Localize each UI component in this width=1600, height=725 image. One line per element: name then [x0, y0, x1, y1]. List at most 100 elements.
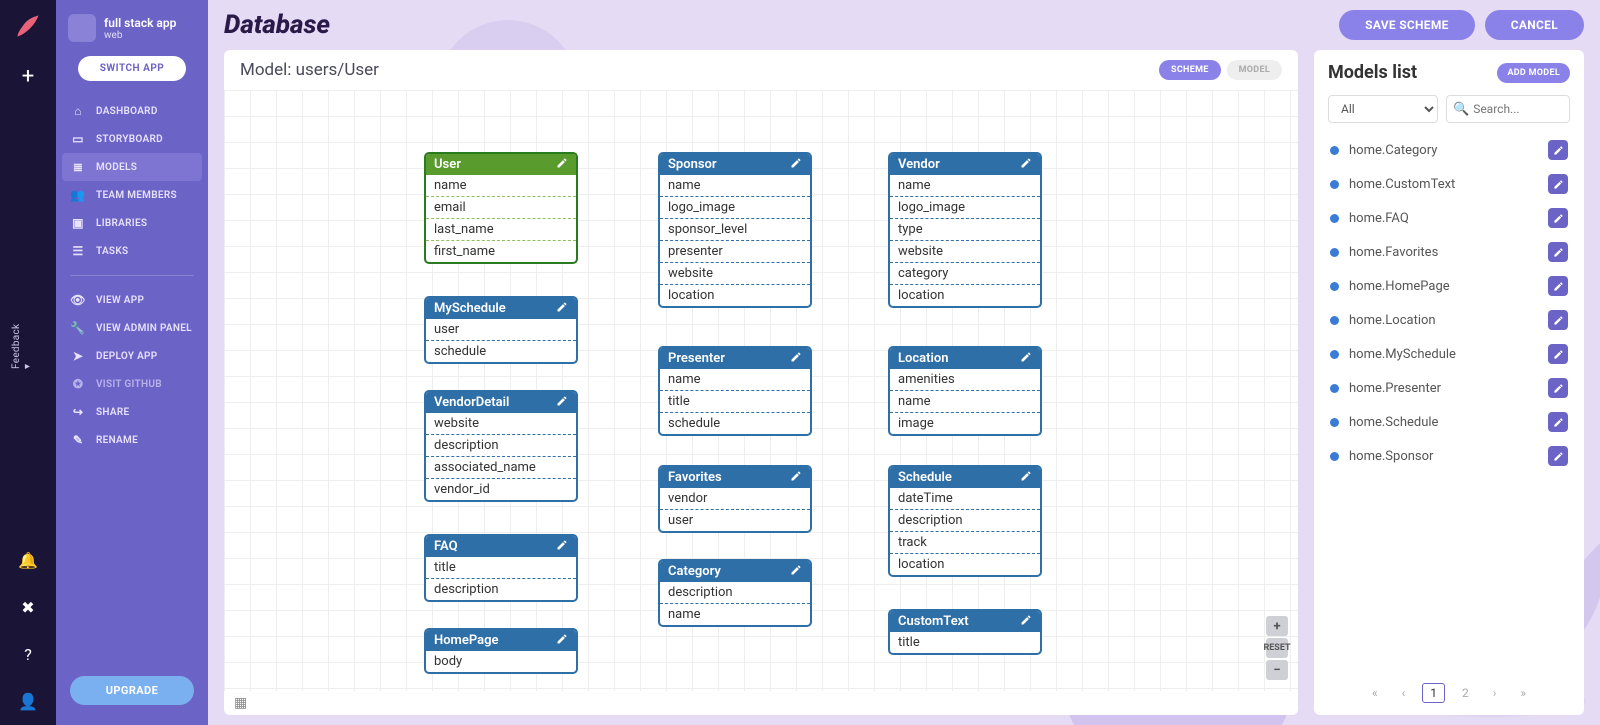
add-app-button[interactable]: + — [22, 64, 34, 89]
model-box-vendor[interactable]: Vendornamelogo_imagetypewebsitecategoryl… — [888, 152, 1042, 308]
model-field[interactable]: track — [890, 532, 1040, 554]
cancel-button[interactable]: CANCEL — [1485, 10, 1584, 40]
models-list-row[interactable]: home.Schedule — [1328, 405, 1570, 439]
model-box-faq[interactable]: FAQtitledescription — [424, 534, 578, 602]
model-field[interactable]: location — [660, 285, 810, 306]
model-box-vendordetail[interactable]: VendorDetailwebsitedescriptionassociated… — [424, 390, 578, 502]
switch-app-button[interactable]: SWITCH APP — [78, 56, 186, 81]
model-box-favorites[interactable]: Favoritesvendoruser — [658, 465, 812, 533]
page-1[interactable]: 1 — [1422, 683, 1445, 703]
close-icon[interactable]: ✖ — [21, 598, 34, 617]
model-header[interactable]: Sponsor — [660, 154, 810, 175]
model-field[interactable]: schedule — [660, 413, 810, 434]
model-field[interactable]: associated_name — [426, 457, 576, 479]
model-field[interactable]: type — [890, 219, 1040, 241]
model-box-user[interactable]: Usernameemaillast_namefirst_name — [424, 152, 578, 264]
sidebar-link-rename[interactable]: ✎RENAME — [56, 426, 208, 454]
edit-model-button[interactable] — [1548, 140, 1568, 160]
edit-model-button[interactable] — [1548, 276, 1568, 296]
models-list-row[interactable]: home.MySchedule — [1328, 337, 1570, 371]
model-field[interactable]: presenter — [660, 241, 810, 263]
model-header[interactable]: MySchedule — [426, 298, 576, 319]
scheme-canvas[interactable]: + RESET − Usernameemaillast_namefirst_na… — [224, 90, 1298, 691]
edit-icon[interactable] — [1020, 157, 1032, 172]
feedback-tab[interactable]: Feedback ▾ — [7, 311, 37, 379]
model-field[interactable]: title — [660, 391, 810, 413]
model-field[interactable]: body — [426, 651, 576, 672]
models-list-row[interactable]: home.FAQ — [1328, 201, 1570, 235]
model-field[interactable]: email — [426, 197, 576, 219]
edit-icon[interactable] — [790, 564, 802, 579]
model-field[interactable]: name — [660, 604, 810, 625]
model-header[interactable]: FAQ — [426, 536, 576, 557]
model-field[interactable]: website — [890, 241, 1040, 263]
model-box-location[interactable]: Locationamenitiesnameimage — [888, 346, 1042, 436]
model-field[interactable]: location — [890, 285, 1040, 306]
model-field[interactable]: name — [890, 175, 1040, 197]
page-«[interactable]: « — [1365, 684, 1385, 702]
page-»[interactable]: » — [1513, 684, 1533, 702]
model-field[interactable]: name — [890, 391, 1040, 413]
edit-icon[interactable] — [790, 351, 802, 366]
edit-icon[interactable] — [556, 301, 568, 316]
model-field[interactable]: user — [426, 319, 576, 341]
edit-model-button[interactable] — [1548, 412, 1568, 432]
model-field[interactable]: title — [890, 632, 1040, 653]
model-header[interactable]: Location — [890, 348, 1040, 369]
save-scheme-button[interactable]: SAVE SCHEME — [1339, 10, 1475, 40]
edit-model-button[interactable] — [1548, 208, 1568, 228]
models-filter-select[interactable]: All — [1328, 95, 1438, 123]
page-2[interactable]: 2 — [1455, 684, 1476, 702]
model-field[interactable]: website — [426, 413, 576, 435]
models-search-input[interactable] — [1473, 102, 1563, 116]
models-list-row[interactable]: home.Favorites — [1328, 235, 1570, 269]
model-field[interactable]: schedule — [426, 341, 576, 362]
sidebar-link-share[interactable]: ↪SHARE — [56, 398, 208, 426]
model-header[interactable]: Favorites — [660, 467, 810, 488]
account-icon[interactable]: 👤 — [18, 692, 38, 711]
model-header[interactable]: CustomText — [890, 611, 1040, 632]
sidebar-link-visit-github[interactable]: ✪VISIT GITHUB — [56, 370, 208, 398]
model-field[interactable]: image — [890, 413, 1040, 434]
model-header[interactable]: VendorDetail — [426, 392, 576, 413]
edit-icon[interactable] — [556, 539, 568, 554]
zoom-reset-button[interactable]: RESET — [1266, 638, 1288, 658]
model-field[interactable]: dateTime — [890, 488, 1040, 510]
tab-scheme[interactable]: SCHEME — [1159, 60, 1221, 80]
edit-icon[interactable] — [790, 470, 802, 485]
edit-model-button[interactable] — [1548, 446, 1568, 466]
page-›[interactable]: › — [1486, 684, 1504, 702]
model-field[interactable]: website — [660, 263, 810, 285]
edit-model-button[interactable] — [1548, 378, 1568, 398]
edit-icon[interactable] — [556, 633, 568, 648]
model-box-presenter[interactable]: Presenternametitleschedule — [658, 346, 812, 436]
model-box-schedule[interactable]: ScheduledateTimedescriptiontracklocation — [888, 465, 1042, 577]
model-field[interactable]: sponsor_level — [660, 219, 810, 241]
model-field[interactable]: description — [426, 579, 576, 600]
model-header[interactable]: User — [426, 154, 576, 175]
sidebar-item-team-members[interactable]: 👥TEAM MEMBERS — [56, 181, 208, 209]
edit-icon[interactable] — [1020, 614, 1032, 629]
model-box-category[interactable]: Categorydescriptionname — [658, 559, 812, 627]
upgrade-button[interactable]: UPGRADE — [70, 676, 194, 705]
edit-model-button[interactable] — [1548, 310, 1568, 330]
models-list-row[interactable]: home.CustomText — [1328, 167, 1570, 201]
page-‹[interactable]: ‹ — [1395, 684, 1413, 702]
sidebar-link-deploy-app[interactable]: ➤DEPLOY APP — [56, 342, 208, 370]
model-field[interactable]: category — [890, 263, 1040, 285]
models-search[interactable]: 🔍 — [1446, 95, 1570, 123]
model-field[interactable]: description — [890, 510, 1040, 532]
model-field[interactable]: description — [660, 582, 810, 604]
model-field[interactable]: first_name — [426, 241, 576, 262]
model-field[interactable]: logo_image — [890, 197, 1040, 219]
model-box-sponsor[interactable]: Sponsornamelogo_imagesponsor_levelpresen… — [658, 152, 812, 308]
models-list-row[interactable]: home.HomePage — [1328, 269, 1570, 303]
model-box-myschedule[interactable]: MyScheduleuserschedule — [424, 296, 578, 364]
help-icon[interactable]: ? — [24, 645, 32, 664]
model-field[interactable]: name — [426, 175, 576, 197]
model-field[interactable]: vendor — [660, 488, 810, 510]
model-field[interactable]: name — [660, 369, 810, 391]
model-field[interactable]: last_name — [426, 219, 576, 241]
add-model-button[interactable]: ADD MODEL — [1497, 63, 1570, 83]
model-header[interactable]: Presenter — [660, 348, 810, 369]
